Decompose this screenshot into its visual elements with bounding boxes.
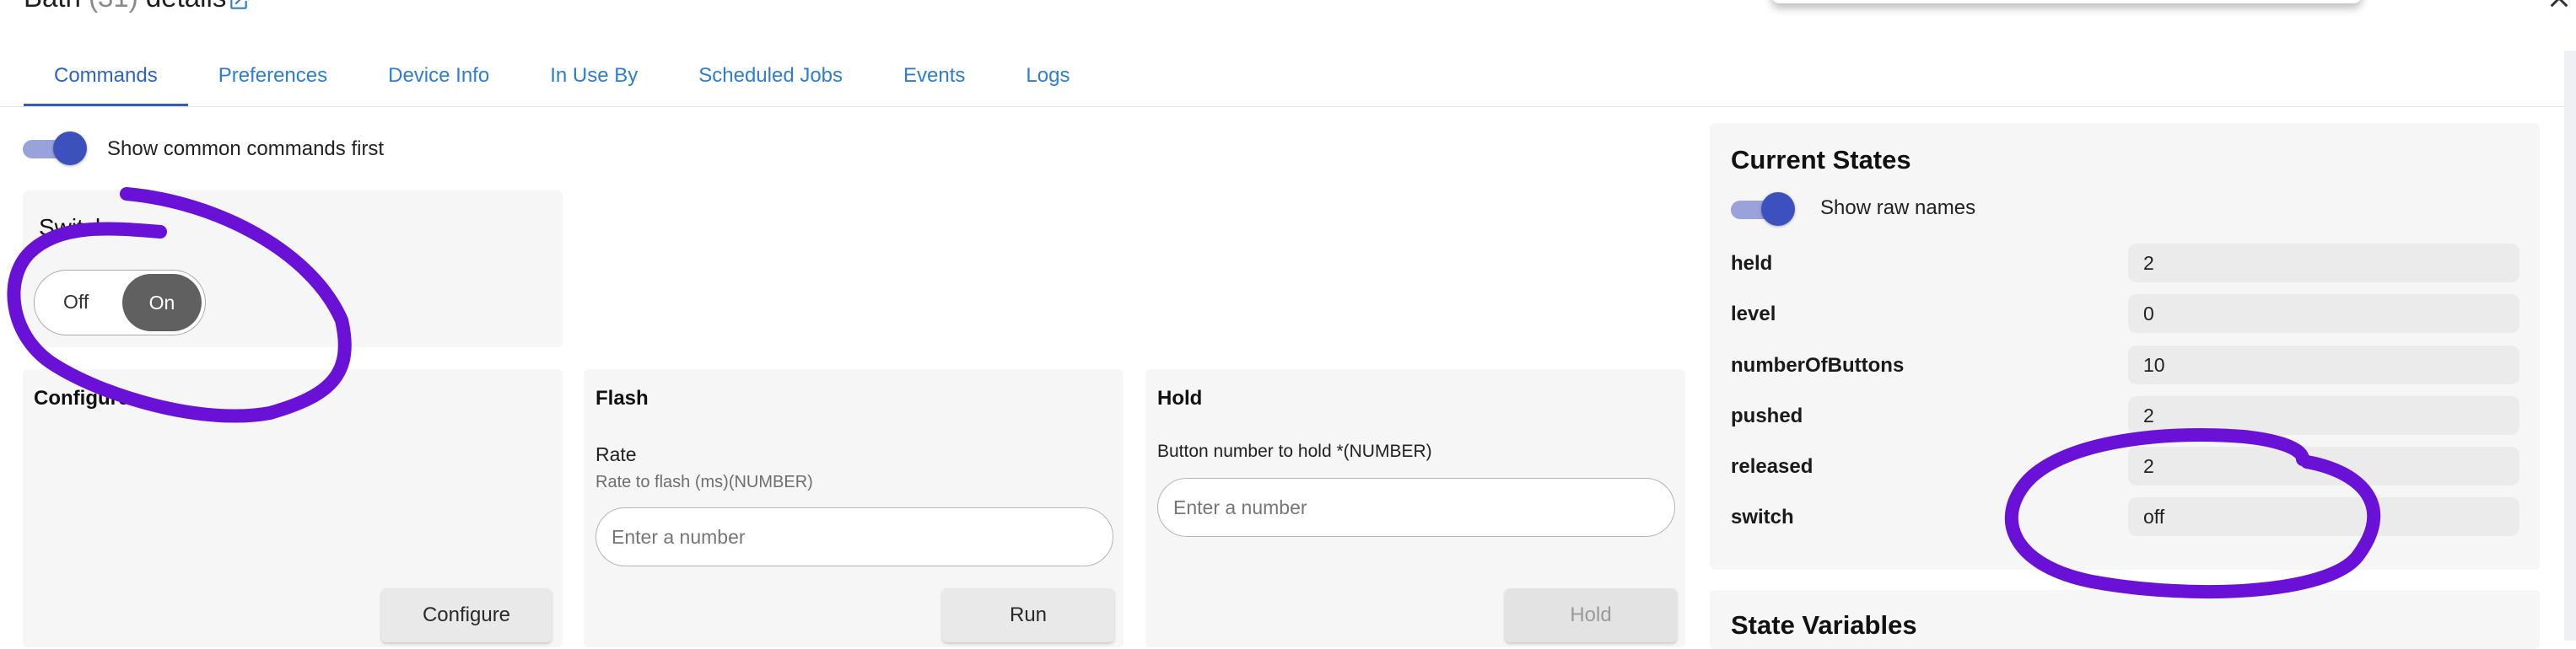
hold-card-title: Hold <box>1157 387 1203 410</box>
page-title: Bath (31) details <box>24 0 226 13</box>
tab-scheduled-jobs[interactable]: Scheduled Jobs <box>668 51 873 106</box>
state-name-numberofbuttons: numberOfButtons <box>1731 354 1905 377</box>
state-name-switch: switch <box>1731 506 1794 528</box>
state-value-numberofbuttons: 10 <box>2128 346 2519 384</box>
tabs-divider <box>0 106 2564 107</box>
show-common-commands-label: Show common commands first <box>107 137 385 160</box>
switch-off-option[interactable]: Off <box>63 291 89 314</box>
external-link-icon[interactable] <box>228 0 250 12</box>
state-name-pushed: pushed <box>1731 405 1803 427</box>
tab-in-use-by[interactable]: In Use By <box>520 51 668 106</box>
switch-card-title: Switch <box>39 214 109 240</box>
state-value-level: 0 <box>2128 294 2519 333</box>
hold-button[interactable]: Hold <box>1505 588 1677 642</box>
close-icon[interactable] <box>2546 0 2573 12</box>
title-suffix: details <box>146 0 226 13</box>
overlay-shadow <box>1771 0 2362 3</box>
switch-segmented-control: Off On <box>34 270 206 335</box>
tab-bar: Commands Preferences Device Info In Use … <box>24 51 1100 106</box>
show-raw-names-toggle[interactable] <box>1731 192 1795 226</box>
hold-button-number-label: Button number to hold *(NUMBER) <box>1157 442 1432 461</box>
title-device-id: (31) <box>89 0 138 13</box>
current-states-title: Current States <box>1731 145 1911 174</box>
scrollbar[interactable] <box>2564 51 2576 641</box>
flash-rate-hint: Rate to flash (ms)(NUMBER) <box>595 473 813 491</box>
tab-logs[interactable]: Logs <box>995 51 1100 106</box>
flash-card-title: Flash <box>595 387 649 410</box>
configure-card-title: Configure <box>34 387 130 410</box>
hold-button-number-input[interactable] <box>1157 478 1675 537</box>
tab-preferences[interactable]: Preferences <box>188 51 358 106</box>
state-name-held: held <box>1731 252 1773 275</box>
tab-commands[interactable]: Commands <box>24 51 188 106</box>
title-device-name: Bath <box>24 0 81 13</box>
show-common-commands-toggle[interactable] <box>23 131 87 165</box>
run-flash-button[interactable]: Run <box>942 588 1114 642</box>
state-value-switch: off <box>2128 497 2519 536</box>
state-value-held: 2 <box>2128 244 2519 282</box>
tab-device-info[interactable]: Device Info <box>358 51 520 106</box>
state-name-level: level <box>1731 303 1776 325</box>
switch-on-option[interactable]: On <box>122 274 202 331</box>
state-value-pushed: 2 <box>2128 396 2519 435</box>
flash-rate-input[interactable] <box>595 507 1113 566</box>
show-raw-names-label: Show raw names <box>1820 196 1976 219</box>
state-name-released: released <box>1731 455 1813 478</box>
state-variables-title: State Variables <box>1731 610 1917 640</box>
tab-events[interactable]: Events <box>873 51 995 106</box>
configure-button[interactable]: Configure <box>381 588 552 642</box>
state-value-released: 2 <box>2128 447 2519 485</box>
flash-rate-label: Rate <box>595 443 637 465</box>
